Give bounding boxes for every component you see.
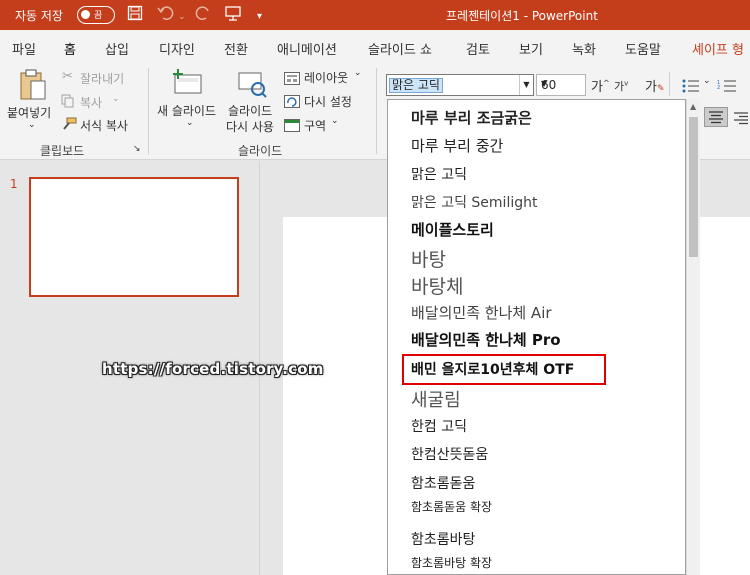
font-dropdown-arrow-icon[interactable]: ▼ [519, 75, 533, 95]
paste-dropdown-icon[interactable]: ⌄ [28, 120, 36, 130]
copy-button[interactable]: 복사 [80, 94, 102, 111]
divider [669, 72, 670, 96]
layout-button[interactable]: 레이아웃 [304, 69, 348, 86]
clipboard-launcher-icon[interactable]: ↘ [133, 144, 141, 154]
watermark-text: https://forced.tistory.com [102, 360, 324, 378]
new-slide-dropdown-icon[interactable]: ⌄ [186, 118, 194, 128]
paste-button[interactable]: 붙여넣기 [7, 104, 51, 121]
font-name-value[interactable]: 맑은 고딕 [389, 78, 443, 93]
reset-icon[interactable] [284, 93, 300, 112]
font-item[interactable]: 새굴림 [411, 386, 461, 412]
font-name-combobox[interactable]: 맑은 고딕 ▼ [386, 74, 534, 96]
customize-toolbar-icon[interactable]: ▾ [257, 8, 262, 26]
font-item[interactable]: 바탕체 [411, 272, 463, 299]
align-center-icon[interactable] [704, 107, 728, 127]
reset-button[interactable]: 다시 설정 [304, 93, 352, 110]
tab-help[interactable]: 도움말 [625, 39, 661, 58]
presentation-from-start-icon[interactable] [224, 5, 242, 25]
autosave-toggle[interactable]: 끔 [77, 6, 115, 24]
font-item[interactable]: 메이플스토리 [411, 219, 494, 240]
tab-home[interactable]: 홈 [61, 39, 79, 65]
section-icon[interactable] [284, 117, 300, 136]
font-item[interactable]: 맑은 고딕 [411, 164, 467, 184]
autosave-label: 자동 저장 [15, 9, 63, 23]
scrollbar-thumb[interactable] [689, 117, 698, 257]
align-right-icon[interactable] [733, 110, 749, 129]
font-size-dropdown-icon[interactable]: ▼ [541, 79, 583, 88]
font-item[interactable]: 한컴 고딕 [411, 416, 467, 436]
scroll-up-icon[interactable]: ▲ [690, 102, 696, 111]
font-item[interactable]: 함초롬바탕 확장 [411, 554, 492, 571]
tab-design[interactable]: 디자인 [159, 39, 195, 58]
toggle-state: 끔 [94, 11, 103, 21]
tab-file[interactable]: 파일 [12, 39, 36, 58]
layout-dropdown-icon[interactable]: ⌄ [354, 68, 362, 78]
save-icon[interactable] [127, 5, 143, 25]
section-dropdown-icon[interactable]: ⌄ [331, 116, 339, 126]
section-button[interactable]: 구역 [304, 117, 326, 134]
font-list-scrollbar[interactable]: ▲ [686, 99, 700, 575]
undo-dropdown-icon[interactable]: ⌄ [178, 8, 186, 26]
font-size-combobox[interactable]: 60 ▼ [536, 74, 586, 96]
group-divider [376, 68, 377, 154]
slide-number: 1 [10, 177, 18, 191]
toggle-knob [81, 10, 90, 19]
ribbon-tabs: 파일 홈 삽입 디자인 전환 애니메이션 슬라이드 쇼 검토 보기 녹화 도움말… [0, 30, 750, 77]
tab-slideshow[interactable]: 슬라이드 쇼 [368, 39, 432, 58]
cut-icon[interactable]: ✂ [62, 69, 73, 84]
font-item[interactable]: 맑은 고딕 Semilight [411, 192, 537, 212]
tab-review[interactable]: 검토 [466, 39, 490, 58]
slide-thumbnail[interactable] [29, 177, 239, 297]
clear-formatting-icon[interactable]: 가✎ [645, 76, 665, 95]
undo-icon[interactable] [157, 5, 175, 25]
bullets-icon[interactable] [682, 78, 700, 97]
tab-record[interactable]: 녹화 [572, 39, 596, 58]
tab-transitions[interactable]: 전환 [224, 39, 248, 58]
svg-text:2: 2 [717, 85, 720, 91]
font-item[interactable]: 함초롬돋움 확장 [411, 498, 492, 515]
tab-insert[interactable]: 삽입 [105, 39, 129, 58]
shrink-font-icon[interactable]: 가v [614, 78, 628, 94]
tab-view[interactable]: 보기 [519, 39, 543, 58]
cut-button[interactable]: 잘라내기 [80, 70, 124, 87]
title-bar: 자동 저장 끔 ⌄ ▾ 프레젠테이션1 - PowerPoint [0, 0, 750, 30]
font-item[interactable]: 배달의민족 한나체 Pro [411, 329, 561, 350]
format-painter-icon[interactable] [61, 116, 77, 135]
format-painter-button[interactable]: 서식 복사 [80, 117, 128, 134]
copy-dropdown-icon[interactable]: ⌄ [112, 94, 120, 104]
group-divider [148, 68, 149, 154]
numbering-icon[interactable]: 12 [717, 78, 737, 97]
font-item[interactable]: 배달의민족 한나체 Air [411, 302, 552, 323]
font-item[interactable]: 함초롬돋움 [411, 473, 475, 493]
font-item[interactable]: 함초롬바탕 [411, 529, 475, 549]
slides-group-label: 슬라이드 [238, 144, 283, 158]
grow-font-icon[interactable]: 가^ [591, 76, 610, 95]
redo-icon[interactable] [194, 5, 212, 25]
clipboard-group-label: 클립보드 [40, 144, 85, 158]
font-dropdown-list[interactable]: 마루 부리 조금굵은 마루 부리 중간 맑은 고딕 맑은 고딕 Semiligh… [387, 99, 686, 575]
copy-icon[interactable] [61, 93, 75, 112]
font-item[interactable]: 마루 부리 중간 [411, 135, 503, 156]
font-item-highlighted[interactable]: 배민 을지로10년후체 OTF [401, 354, 607, 385]
reuse-slides-icon[interactable] [238, 71, 268, 103]
reuse-slides-button[interactable]: 슬라이드 [228, 102, 272, 119]
layout-icon[interactable] [284, 70, 300, 89]
new-slide-icon[interactable] [172, 69, 204, 101]
font-item[interactable]: 한컴산뜻돋움 [411, 444, 488, 464]
document-title: 프레젠테이션1 - PowerPoint [446, 9, 598, 23]
font-item[interactable]: 바탕 [411, 245, 446, 272]
new-slide-button[interactable]: 새 슬라이드 [157, 102, 216, 119]
reuse-slides-label-line2: 다시 사용 [226, 120, 274, 134]
paste-icon[interactable] [18, 68, 48, 106]
font-item[interactable]: 마루 부리 조금굵은 [411, 107, 532, 128]
tab-animations[interactable]: 애니메이션 [277, 39, 337, 58]
bullets-dropdown-icon[interactable]: ⌄ [703, 76, 711, 86]
